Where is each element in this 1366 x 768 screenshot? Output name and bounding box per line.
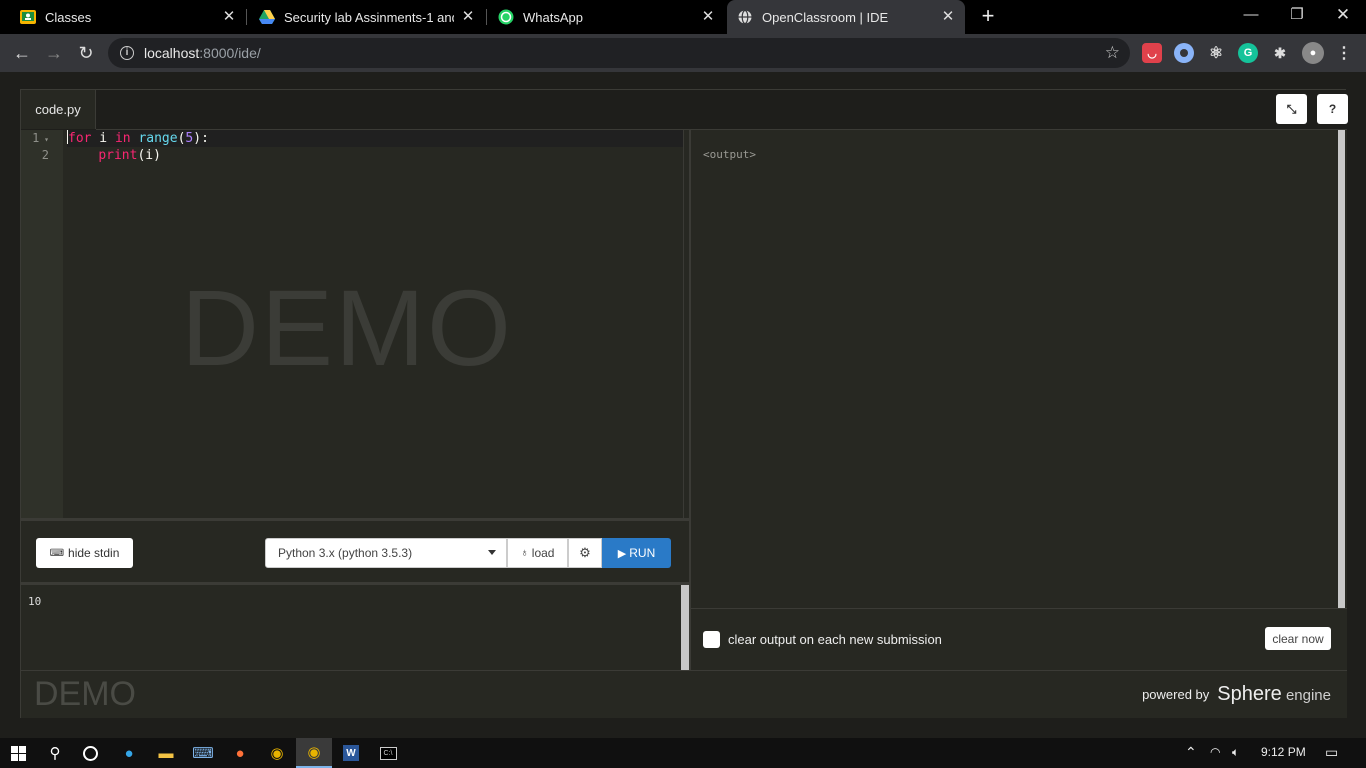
whatsapp-icon — [498, 9, 514, 25]
close-icon[interactable]: ✕ — [699, 8, 717, 26]
keyboard-app-icon[interactable]: ⌨ — [185, 738, 221, 768]
footer-demo-watermark: DEMO — [34, 675, 136, 713]
browser-tab-bar: Classes ✕ Security lab Assinments-1 and … — [0, 0, 1366, 34]
url-field[interactable]: i localhost:8000/ide/ ☆ — [108, 38, 1130, 68]
chrome-active-icon[interactable]: ◉ — [296, 738, 332, 768]
hide-stdin-label: hide stdin — [68, 546, 120, 560]
tab-openclassroom-ide[interactable]: OpenClassroom | IDE ✕ — [727, 0, 965, 34]
tab-classes[interactable]: Classes ✕ — [0, 0, 246, 34]
hide-stdin-button[interactable]: ⌨ hide stdin — [36, 538, 133, 568]
output-placeholder: <output> — [703, 148, 756, 161]
powered-by-label: powered by — [1142, 687, 1210, 702]
forward-arrow-icon[interactable]: → — [42, 41, 66, 65]
close-window-button[interactable]: ✕ — [1320, 0, 1366, 32]
tab-title: Security lab Assinments-1 and 2 — [284, 9, 454, 25]
chrome-icon[interactable]: ◉ — [259, 738, 295, 768]
lightbulb-icon: ♁ — [520, 547, 529, 559]
code-content[interactable]: for i in range(5): print(i) — [67, 130, 685, 164]
load-button[interactable]: ♁ load — [507, 538, 568, 568]
sphere-engine-logo[interactable]: Sphere engine — [1217, 683, 1331, 706]
language-select[interactable]: Python 3.x (python 3.5.3) — [265, 538, 507, 568]
clock-time[interactable]: 9:12 PM — [1261, 745, 1306, 759]
close-icon[interactable]: ✕ — [220, 8, 238, 26]
command-prompt-icon[interactable]: C:\ — [370, 738, 406, 768]
chevron-up-icon[interactable]: ⌃ — [1185, 744, 1197, 761]
notification-icon[interactable]: ▭ — [1325, 744, 1338, 761]
file-explorer-icon[interactable]: ▬ — [148, 738, 184, 768]
google-classroom-icon — [20, 9, 36, 25]
back-arrow-icon[interactable]: ← — [10, 41, 34, 65]
google-drive-icon — [259, 9, 275, 25]
url-text: localhost:8000/ide/ — [144, 45, 261, 61]
cortana-icon[interactable] — [72, 738, 108, 768]
demo-watermark: DEMO — [181, 267, 513, 388]
ide-top-strip — [21, 90, 1347, 130]
extension-circle-icon[interactable] — [1174, 43, 1194, 63]
code-line: for i in range(5): — [67, 130, 685, 147]
help-button[interactable]: ? — [1317, 94, 1348, 124]
bookmark-star-icon[interactable]: ☆ — [1105, 43, 1120, 63]
tab-title: OpenClassroom | IDE — [762, 9, 889, 25]
ide-container: code.py ⤡ ? 1 ▾ 2 DEMO for i in range(5)… — [20, 89, 1348, 718]
volume-icon[interactable]: 🔈︎ — [1232, 745, 1239, 760]
word-icon[interactable]: W — [333, 738, 369, 768]
chevron-down-icon — [488, 550, 496, 555]
firefox-icon[interactable]: ● — [222, 738, 258, 768]
output-scrollbar[interactable] — [1338, 130, 1345, 608]
language-selected-value: Python 3.x (python 3.5.3) — [278, 546, 413, 560]
line-number: 1 ▾ — [32, 131, 49, 145]
windows-start-icon[interactable] — [0, 738, 36, 768]
profile-avatar[interactable]: ● — [1302, 42, 1324, 64]
powered-by: powered by Sphere engine — [1142, 683, 1331, 706]
clear-output-label[interactable]: clear output on each new submission — [728, 632, 942, 647]
restore-button[interactable]: ❐ — [1274, 0, 1320, 32]
ide-footer: DEMO powered by Sphere engine — [21, 670, 1347, 718]
tab-security-lab[interactable]: Security lab Assinments-1 and 2 ✕ — [247, 0, 485, 34]
output-controls: clear output on each new submission clea… — [691, 608, 1347, 670]
settings-button[interactable]: ⚙ — [568, 538, 602, 568]
code-editor[interactable]: 1 ▾ 2 DEMO for i in range(5): print(i) — [21, 130, 689, 518]
extensions-puzzle-icon[interactable]: ✱ — [1270, 43, 1290, 63]
page-content: code.py ⤡ ? 1 ▾ 2 DEMO for i in range(5)… — [0, 72, 1366, 738]
close-icon[interactable]: ✕ — [939, 8, 957, 26]
address-bar-row: ← → ↻ i localhost:8000/ide/ ☆ ◡ ⚛ G ✱ ● … — [0, 34, 1366, 72]
keyboard-icon: ⌨ — [49, 547, 65, 559]
load-label: load — [531, 546, 555, 560]
output-pane: <output> — [691, 130, 1347, 608]
minimize-button[interactable]: — — [1228, 0, 1274, 32]
editor-controls: ⌨ hide stdin Python 3.x (python 3.5.3) ♁… — [21, 518, 689, 582]
browser-menu-icon[interactable]: ⋮ — [1334, 43, 1354, 63]
react-devtools-icon[interactable]: ⚛ — [1206, 43, 1226, 63]
run-label: RUN — [629, 546, 656, 560]
search-icon[interactable]: ⚲ — [37, 738, 73, 768]
tab-title: Classes — [45, 9, 92, 25]
stdin-value: 10 — [28, 595, 42, 608]
tab-title: WhatsApp — [523, 9, 583, 25]
reload-icon[interactable]: ↻ — [74, 41, 98, 65]
clear-now-button[interactable]: clear now — [1265, 627, 1331, 650]
play-icon: ▶ — [617, 547, 627, 560]
grammarly-icon[interactable]: G — [1238, 43, 1258, 63]
pocket-extension-icon[interactable]: ◡ — [1142, 43, 1162, 63]
line-number: 2 — [41, 148, 49, 162]
tab-whatsapp[interactable]: WhatsApp ✕ — [487, 0, 725, 34]
file-tab[interactable]: code.py — [21, 90, 96, 129]
windows-taskbar: ⚲ ● ▬ ⌨ ● ◉ ◉ W C:\ ⌃ ◠ 🔈︎ 9:12 PM ▭ — [0, 738, 1366, 768]
collapse-button[interactable]: ⤡ — [1276, 94, 1307, 124]
stdin-input[interactable]: 10 — [21, 582, 689, 670]
edge-icon[interactable]: ● — [111, 738, 147, 768]
globe-icon — [737, 9, 753, 25]
gear-icon: ⚙ — [579, 545, 591, 560]
close-icon[interactable]: ✕ — [459, 8, 477, 26]
line-number-gutter: 1 ▾ 2 — [21, 130, 63, 518]
run-button[interactable]: ▶ RUN — [602, 538, 671, 568]
wifi-icon[interactable]: ◠ — [1210, 745, 1220, 759]
stdin-scrollbar[interactable] — [681, 585, 689, 670]
info-icon[interactable]: i — [120, 46, 134, 60]
new-tab-button[interactable]: + — [977, 5, 999, 28]
clear-output-checkbox[interactable] — [703, 631, 720, 648]
code-line: print(i) — [98, 148, 161, 163]
